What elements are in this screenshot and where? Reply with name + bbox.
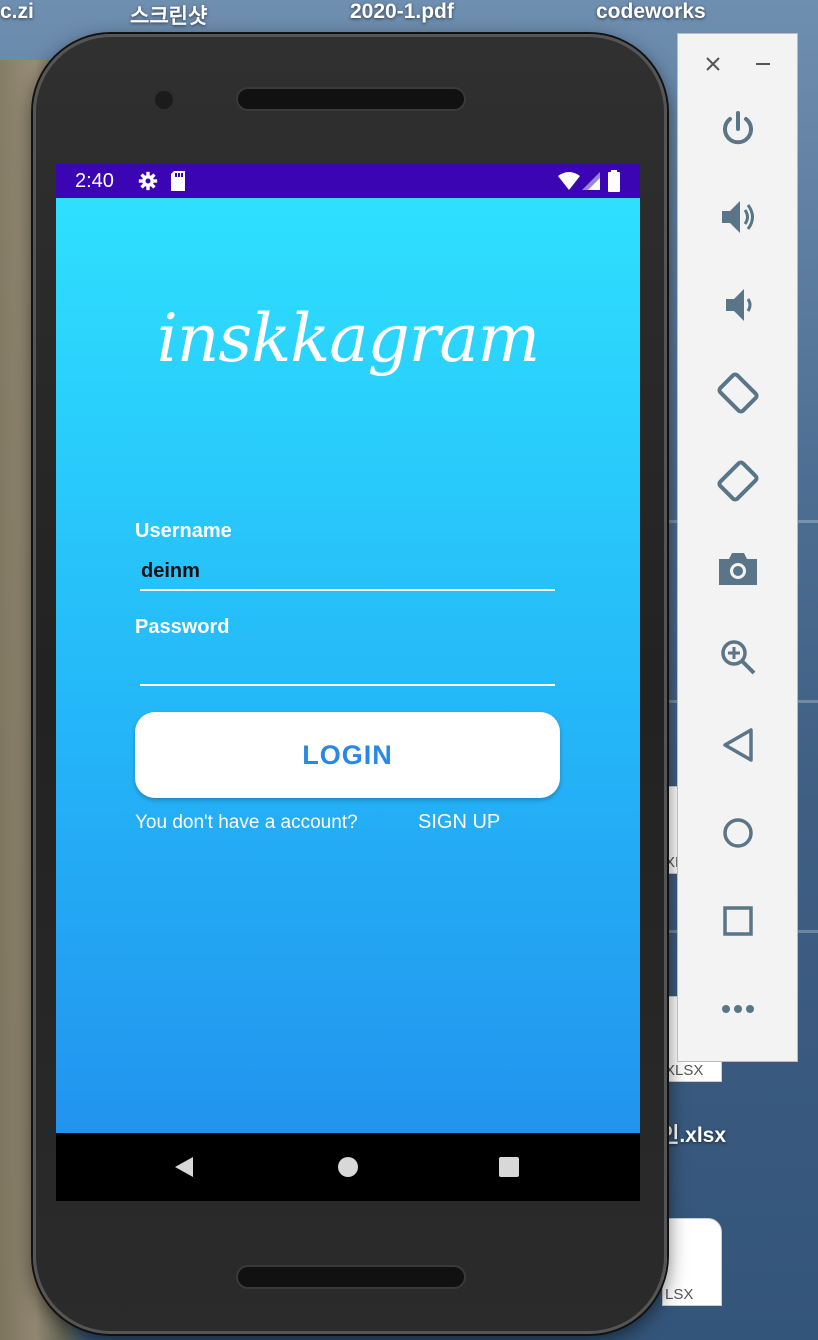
thumbnail-label: XLSX [665,1062,704,1079]
signup-link[interactable]: SIGN UP [418,811,500,834]
volume-down-icon [725,289,751,321]
bottom-speaker [236,1265,466,1289]
back-icon [722,728,753,762]
more-options-button[interactable] [678,979,797,1039]
volume-up-button[interactable] [678,187,797,247]
android-nav-bar [56,1133,640,1201]
login-screen: inskkagram Username deinm Password LOGIN… [56,198,640,1133]
password-input[interactable] [141,656,551,682]
zoom-button[interactable] [678,627,797,687]
desktop-file-label[interactable]: codeworks [596,0,706,24]
recents-icon[interactable] [498,1156,520,1178]
rotate-right-button[interactable] [678,451,797,511]
overview-icon [722,906,753,936]
desktop-file-label[interactable]: 2020-1.pdf [350,0,454,24]
desktop-file-label[interactable]: 스크린샷 [130,0,207,30]
status-time: 2:40 [75,169,114,192]
zoom-icon [720,640,755,675]
emulator-back-button[interactable] [678,715,797,775]
status-bar: 2:40 [56,164,640,198]
rotate-left-button[interactable] [678,363,797,423]
more-icon [721,1005,754,1013]
top-speaker [236,87,466,111]
desktop-file-label[interactable]: 인.xlsx [660,1119,726,1149]
no-account-text: You don't have a account? [135,812,358,833]
settings-gear-icon [138,171,158,191]
home-icon [722,818,753,848]
power-button[interactable] [678,99,797,159]
close-icon[interactable] [705,56,721,72]
camera-icon [718,553,757,585]
wifi-icon [558,172,580,190]
desktop-file-thumbnail[interactable]: LSX [662,1218,722,1306]
front-camera [153,89,175,111]
username-input[interactable]: deinm [141,560,200,583]
signal-icon [582,172,600,190]
password-underline [140,684,555,686]
volume-up-icon [721,201,754,233]
thumbnail-label: LSX [665,1286,694,1303]
screenshot-button[interactable] [678,539,797,599]
minimize-icon[interactable] [755,56,771,72]
username-underline [140,589,555,591]
battery-icon [608,170,620,192]
emulator-overview-button[interactable] [678,891,797,951]
desktop-file-label[interactable]: c.zi [0,0,34,24]
password-label: Password [135,616,230,638]
volume-down-button[interactable] [678,275,797,335]
power-icon [722,111,753,145]
username-label: Username [135,520,232,542]
back-icon[interactable] [173,1156,195,1178]
device-screen: 2:40 inskkagram Username deinm Password … [56,164,640,1201]
rotate-right-icon [716,460,759,502]
login-button[interactable]: LOGIN [135,712,560,798]
rotate-left-icon [716,372,759,414]
emulator-home-button[interactable] [678,803,797,863]
sd-card-icon [170,171,185,191]
emulator-toolbar [677,33,798,1062]
home-icon[interactable] [337,1156,359,1178]
app-logo: inskkagram [156,300,541,377]
